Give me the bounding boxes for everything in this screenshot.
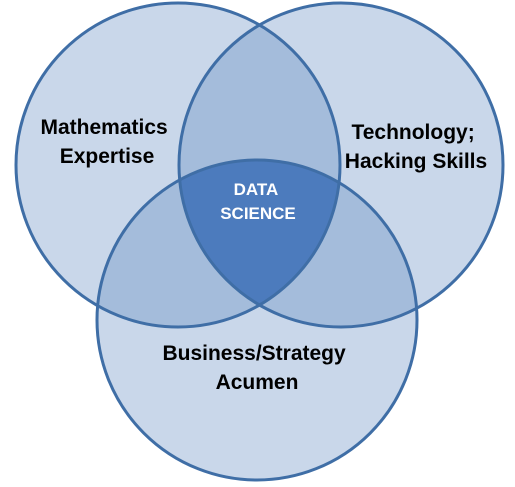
label-business-line2: Acumen <box>216 371 299 394</box>
label-technology-line1: Technology; <box>351 121 474 144</box>
label-mathematics-line1: Mathematics <box>40 116 167 139</box>
label-mathematics-line2: Expertise <box>60 145 155 168</box>
label-data-science-line1: DATA <box>234 180 278 199</box>
label-technology-line2: Hacking Skills <box>345 150 487 173</box>
label-data-science-line2: SCIENCE <box>220 204 296 223</box>
label-business-line1: Business/Strategy <box>162 342 346 365</box>
venn-diagram: Mathematics Expertise Technology; Hackin… <box>14 1 505 482</box>
